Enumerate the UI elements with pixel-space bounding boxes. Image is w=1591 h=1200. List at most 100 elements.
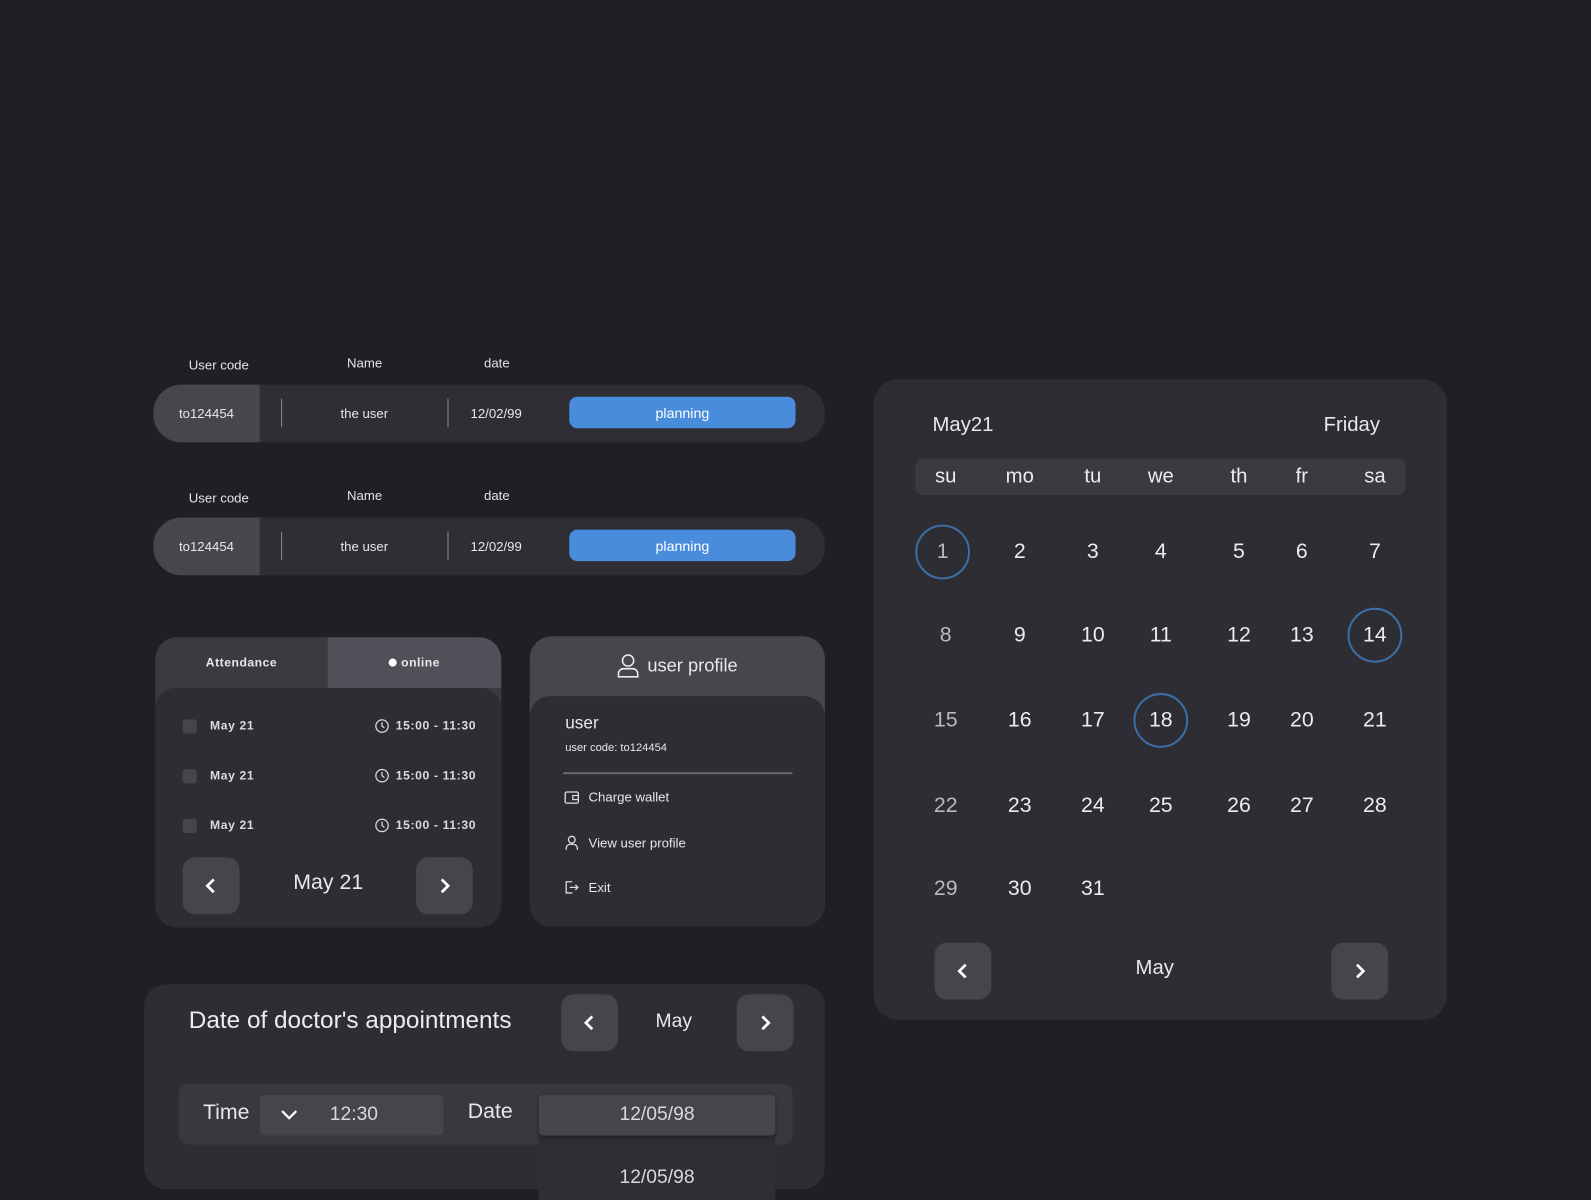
calendar-day[interactable]: 24 [1065, 778, 1120, 833]
tab-online-label: online [401, 655, 441, 670]
user-icon [617, 654, 639, 678]
menu-charge-wallet[interactable]: Charge wallet [564, 789, 669, 805]
menu-view-user-profile[interactable]: View user profile [564, 835, 686, 850]
profile-user-code: user code: to124454 [565, 742, 667, 754]
divider [281, 531, 283, 561]
user-profile-card: user profile user user code: to124454 Ch… [529, 636, 825, 927]
date-dropdown-option[interactable]: 12/05/98 [538, 1134, 776, 1200]
calendar-day[interactable]: 8 [918, 608, 973, 663]
calendar-day[interactable]: 5 [1212, 525, 1267, 580]
calendar-day[interactable]: 6 [1274, 525, 1329, 580]
current-date: May 21 [293, 870, 364, 894]
calendar-day[interactable]: 21 [1348, 693, 1403, 748]
calendar-weekday-name: Friday [1323, 413, 1380, 437]
divider [447, 531, 449, 561]
weekday-su: su [934, 465, 957, 488]
menu-label: Exit [588, 879, 611, 895]
calendar-day[interactable]: 22 [918, 778, 973, 833]
user-icon [565, 835, 579, 850]
clock-icon [375, 719, 389, 733]
list-item: May 21 15:00 - 11:30 [155, 718, 501, 738]
weekday-mo: mo [1005, 465, 1034, 488]
chevron-left-icon [583, 1015, 594, 1031]
online-dot-icon [388, 658, 398, 667]
list-item: May 21 15:00 - 11:30 [155, 818, 501, 838]
calendar-day[interactable]: 15 [918, 693, 973, 748]
exit-icon [565, 881, 579, 894]
clock-icon [375, 818, 389, 833]
calendar-day[interactable]: 3 [1065, 525, 1120, 580]
next-month-button[interactable] [736, 994, 794, 1052]
menu-exit[interactable]: Exit [564, 879, 611, 895]
chevron-right-icon [440, 878, 451, 894]
calendar-day[interactable]: 14 [1347, 607, 1403, 663]
calendar-day[interactable]: 19 [1212, 693, 1267, 748]
user-code: to124454 [153, 517, 260, 576]
item-time: 15:00 - 11:30 [395, 768, 477, 783]
calendar-month: May [1135, 956, 1174, 980]
calendar-day[interactable]: 7 [1348, 525, 1403, 580]
calendar-prev-button[interactable] [934, 942, 992, 1000]
calendar-day[interactable]: 20 [1274, 693, 1329, 748]
calendar-day[interactable]: 23 [992, 778, 1047, 833]
user-code-label: user code: [565, 741, 618, 754]
prev-day-button[interactable] [182, 857, 240, 915]
calendar-day[interactable]: 9 [992, 608, 1047, 663]
profile-body: user user code: to124454 Charge wallet V… [529, 696, 825, 927]
calendar-day[interactable]: 18 [1133, 693, 1189, 748]
calendar-day[interactable]: 28 [1348, 778, 1403, 833]
header-date: date [484, 488, 510, 504]
planning-button[interactable]: planning [569, 529, 796, 562]
calendar-day[interactable]: 10 [1065, 608, 1120, 663]
calendar-day[interactable]: 29 [918, 861, 973, 916]
calendar-day[interactable]: 25 [1133, 778, 1188, 833]
clock-icon [375, 768, 389, 783]
item-date: May 21 [210, 768, 255, 783]
attendance-list: May 21 15:00 - 11:30 May 21 15:00 - 11:3… [155, 687, 502, 928]
calendar-day[interactable]: 13 [1274, 608, 1329, 663]
checkbox[interactable] [182, 818, 197, 834]
calendar-day[interactable]: 27 [1274, 778, 1329, 833]
appointments-title: Date of doctor's appointments [188, 1006, 512, 1034]
header-user-code: User code [188, 490, 249, 506]
wallet-icon [564, 790, 580, 804]
next-day-button[interactable] [416, 857, 473, 915]
item-time: 15:00 - 11:30 [395, 718, 477, 733]
calendar-day[interactable]: 16 [992, 693, 1047, 748]
date-label: Date [467, 1099, 513, 1124]
calendar-next-button[interactable] [1331, 942, 1389, 1000]
tab-online[interactable]: online [327, 637, 502, 688]
date-select[interactable]: 12/05/98 [538, 1094, 776, 1136]
weekday-sa: sa [1364, 465, 1386, 488]
weekday-tu: tu [1084, 465, 1102, 488]
weekday-fr: fr [1295, 465, 1309, 488]
calendar-day[interactable]: 17 [1065, 693, 1120, 748]
header-user-code: User code [188, 357, 249, 373]
time-select[interactable]: 12:30 [259, 1094, 444, 1136]
calendar-day[interactable]: 2 [992, 525, 1047, 580]
user-code: to124454 [153, 384, 260, 443]
profile-username: user [565, 713, 599, 733]
calendar-day[interactable]: 1 [915, 524, 971, 580]
calendar-day[interactable]: 26 [1212, 778, 1267, 833]
tab-attendance[interactable]: Attendance [155, 637, 328, 688]
record-row: to124454 the user 12/02/99 planning [153, 384, 825, 443]
prev-month-button[interactable] [561, 994, 618, 1052]
profile-title: user profile [647, 654, 738, 676]
record-row: to124454 the user 12/02/99 planning [153, 517, 825, 576]
chevron-left-icon [957, 963, 967, 979]
planning-button[interactable]: planning [569, 396, 796, 429]
calendar-day[interactable]: 4 [1133, 525, 1188, 580]
calendar-day[interactable]: 11 [1133, 608, 1188, 663]
calendar-day[interactable]: 31 [1065, 861, 1120, 916]
calendar-day[interactable]: 12 [1212, 608, 1267, 663]
chevron-right-icon [1355, 963, 1366, 979]
user-name: the user [340, 405, 389, 422]
checkbox[interactable] [182, 719, 197, 734]
attendance-card: Attendance online May 21 15:00 - 11:30 M… [155, 637, 502, 928]
checkbox[interactable] [182, 769, 197, 784]
time-label: Time [202, 1100, 250, 1125]
header-name: Name [347, 355, 383, 371]
calendar-day[interactable]: 30 [992, 861, 1047, 916]
menu-label: View user profile [588, 835, 686, 851]
